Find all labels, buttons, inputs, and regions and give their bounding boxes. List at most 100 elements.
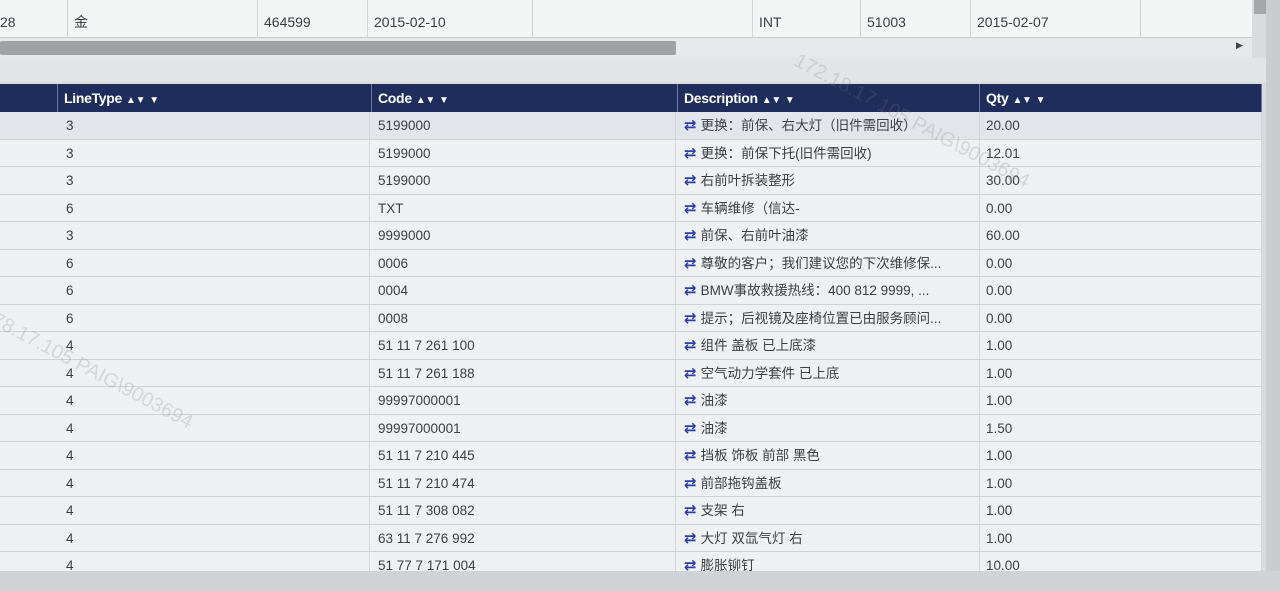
cell-code: 63 11 7 276 992 <box>372 524 676 552</box>
table-row[interactable]: 3 5199000 ⇄ 更换：前保下托(旧件需回收) 12.01 <box>0 139 1262 167</box>
description-text: 支架 右 <box>700 503 745 518</box>
cell-qty: 1.00 <box>980 442 1262 469</box>
description-text: 更换：前保下托(旧件需回收) <box>700 145 872 161</box>
top-cell-5: INT <box>753 0 861 38</box>
scroll-right-icon[interactable]: ▶ <box>1236 40 1243 51</box>
table-row[interactable]: 6 0006 ⇄ 尊敬的客户；我们建议您的下次维修保... 0.00 <box>0 249 1262 277</box>
cell-linetype: 6 <box>60 277 370 304</box>
scrollbar-thumb[interactable] <box>0 41 676 55</box>
cell-description: ⇄ 尊敬的客户；我们建议您的下次维修保... <box>678 249 980 277</box>
table-row[interactable]: 4 51 11 7 210 474 ⇄ 前部拖钩盖板 1.00 <box>0 469 1262 497</box>
swap-arrows-icon[interactable]: ⇄ <box>684 282 697 299</box>
swap-arrows-icon[interactable]: ⇄ <box>684 447 697 464</box>
filter-icon[interactable]: ▼ <box>785 95 795 106</box>
description-text: 尊敬的客户；我们建议您的下次维修保... <box>700 255 942 271</box>
swap-arrows-icon[interactable]: ⇄ <box>684 117 697 134</box>
cell-linetype: 4 <box>60 497 370 524</box>
table-row[interactable]: 6 0004 ⇄ BMW事故救援热线：400 812 9999, ... 0.00 <box>0 277 1262 305</box>
cell-code: 51 11 7 261 188 <box>372 359 676 387</box>
description-text: 右前叶拆装整形 <box>700 173 796 188</box>
description-text: 更换：前保、右大灯（旧件需回收） <box>700 118 917 133</box>
swap-arrows-icon[interactable]: ⇄ <box>684 255 697 272</box>
cell-qty: 1.00 <box>980 524 1262 552</box>
cell-linetype: 4 <box>60 387 370 414</box>
cell-code: 51 11 7 308 082 <box>372 497 676 524</box>
table-row[interactable]: 4 99997000001 ⇄ 油漆 1.50 <box>0 414 1262 442</box>
horizontal-scrollbar[interactable]: ▶ <box>0 38 1252 58</box>
cell-linetype: 4 <box>60 332 370 359</box>
header-blank <box>0 84 58 112</box>
swap-arrows-icon[interactable]: ⇄ <box>684 530 697 547</box>
description-text: 油漆 <box>700 420 728 436</box>
swap-arrows-icon[interactable]: ⇄ <box>684 420 697 437</box>
top-cell-2: 464599 <box>258 0 368 38</box>
filter-icon[interactable]: ▼ <box>439 95 449 106</box>
table-row[interactable]: 4 51 11 7 261 100 ⇄ 组件 盖板 已上底漆 1.00 <box>0 332 1262 360</box>
right-edge <box>1266 0 1280 591</box>
cell-qty: 0.00 <box>980 194 1262 222</box>
swap-arrows-icon[interactable]: ⇄ <box>684 145 697 162</box>
header-description-label: Description <box>684 90 758 106</box>
table-row[interactable]: 3 5199000 ⇄ 更换：前保、右大灯（旧件需回收） 20.00 <box>0 112 1262 140</box>
swap-arrows-icon[interactable]: ⇄ <box>684 172 697 189</box>
filter-icon[interactable]: ▼ <box>1036 95 1046 106</box>
cell-description: ⇄ 空气动力学套件 已上底 <box>678 359 980 387</box>
swap-arrows-icon[interactable]: ⇄ <box>684 475 697 492</box>
cell-description: ⇄ 更换：前保下托(旧件需回收) <box>678 139 980 167</box>
grid-rows: 3 5199000 ⇄ 更换：前保、右大灯（旧件需回收） 20.00 3 5199000 ⇄ 更… <box>0 112 1262 580</box>
top-grid-row[interactable]: 28 金 464599 2015-02-10 INT 51003 2015-02… <box>0 0 1252 38</box>
sort-updown-icon[interactable]: ▲▼ <box>762 95 782 106</box>
table-row[interactable]: 3 5199000 ⇄ 右前叶拆装整形 30.00 <box>0 167 1262 195</box>
filter-icon[interactable]: ▼ <box>149 95 159 106</box>
table-row[interactable]: 6 TXT ⇄ 车辆维修（信达- 0.00 <box>0 194 1262 222</box>
swap-arrows-icon[interactable]: ⇄ <box>684 365 697 382</box>
swap-arrows-icon[interactable]: ⇄ <box>684 310 697 327</box>
swap-arrows-icon[interactable]: ⇄ <box>684 200 697 217</box>
description-text: 提示；后视镜及座椅位置已由服务顾问... <box>700 310 942 326</box>
swap-arrows-icon[interactable]: ⇄ <box>684 337 697 354</box>
cell-qty: 1.00 <box>980 469 1262 497</box>
table-row[interactable]: 4 99997000001 ⇄ 油漆 1.00 <box>0 387 1262 415</box>
swap-arrows-icon[interactable]: ⇄ <box>684 502 697 519</box>
header-linetype[interactable]: LineType ▲▼ ▼ <box>58 84 372 112</box>
cell-qty: 1.00 <box>980 332 1262 359</box>
cell-code: 9999000 <box>372 222 676 249</box>
cell-code: 99997000001 <box>372 387 676 414</box>
header-code-label: Code <box>378 90 412 106</box>
cell-description: ⇄ 油漆 <box>678 414 980 442</box>
description-text: 组件 盖板 已上底漆 <box>700 338 817 353</box>
top-cell-3: 2015-02-10 <box>368 0 533 38</box>
header-qty[interactable]: Qty ▲▼ ▼ <box>980 84 1262 112</box>
table-row[interactable]: 4 51 11 7 261 188 ⇄ 空气动力学套件 已上底 1.00 <box>0 359 1262 387</box>
description-text: 前保、右前叶油漆 <box>700 228 809 243</box>
cell-description: ⇄ BMW事故救援热线：400 812 9999, ... <box>678 277 980 304</box>
sort-updown-icon[interactable]: ▲▼ <box>126 95 146 106</box>
sort-updown-icon[interactable]: ▲▼ <box>1012 95 1032 106</box>
top-cell-0: 28 <box>0 0 68 38</box>
top-cell-6: 51003 <box>861 0 971 38</box>
cell-qty: 1.00 <box>980 359 1262 387</box>
table-row[interactable]: 4 51 11 7 308 082 ⇄ 支架 右 1.00 <box>0 497 1262 525</box>
header-code[interactable]: Code ▲▼ ▼ <box>372 84 678 112</box>
header-description[interactable]: Description ▲▼ ▼ <box>678 84 980 112</box>
description-text: 大灯 双氙气灯 右 <box>700 530 803 546</box>
table-row[interactable]: 4 63 11 7 276 992 ⇄ 大灯 双氙气灯 右 1.00 <box>0 524 1262 552</box>
cell-qty: 1.50 <box>980 414 1262 442</box>
sort-updown-icon[interactable]: ▲▼ <box>416 95 436 106</box>
cell-linetype: 4 <box>60 442 370 469</box>
header-qty-label: Qty <box>986 90 1009 106</box>
table-row[interactable]: 3 9999000 ⇄ 前保、右前叶油漆 60.00 <box>0 222 1262 250</box>
cell-code: 5199000 <box>372 112 676 139</box>
description-text: 挡板 饰板 前部 黑色 <box>700 448 820 463</box>
swap-arrows-icon[interactable]: ⇄ <box>684 392 697 409</box>
cell-linetype: 3 <box>60 222 370 249</box>
swap-arrows-icon[interactable]: ⇄ <box>684 227 697 244</box>
cell-description: ⇄ 挡板 饰板 前部 黑色 <box>678 442 980 469</box>
cell-qty: 0.00 <box>980 304 1262 332</box>
cell-description: ⇄ 支架 右 <box>678 497 980 524</box>
cell-qty: 20.00 <box>980 112 1262 139</box>
cell-linetype: 4 <box>60 524 370 552</box>
cell-code: TXT <box>372 194 676 222</box>
table-row[interactable]: 4 51 11 7 210 445 ⇄ 挡板 饰板 前部 黑色 1.00 <box>0 442 1262 470</box>
table-row[interactable]: 6 0008 ⇄ 提示；后视镜及座椅位置已由服务顾问... 0.00 <box>0 304 1262 332</box>
